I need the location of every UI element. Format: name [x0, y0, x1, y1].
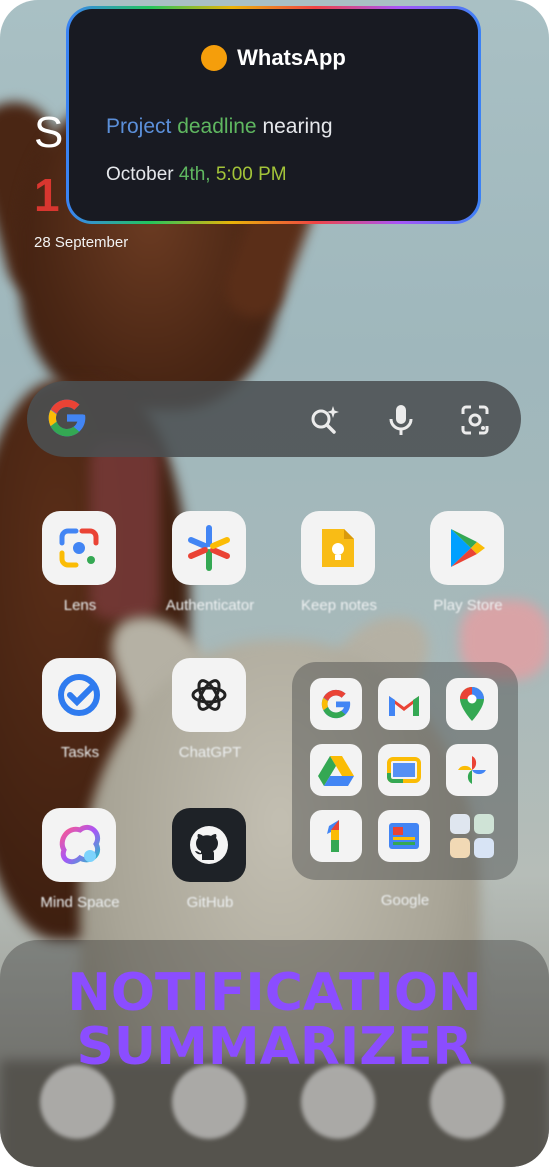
lens-icon — [42, 511, 116, 585]
notification-body: WhatsApp Project deadline nearing Octobe… — [69, 9, 478, 221]
github-icon — [172, 808, 246, 882]
app-lens[interactable]: Lens — [42, 511, 118, 614]
app-label: Play Store — [433, 597, 503, 614]
notification-card[interactable]: WhatsApp Project deadline nearing Octobe… — [66, 6, 481, 224]
clock-digit: 1 — [34, 169, 60, 221]
app-github[interactable]: GitHub — [172, 808, 248, 911]
google-folder[interactable] — [292, 662, 518, 880]
summary-word: 4th, — [178, 164, 211, 185]
headline-line: SUMMARIZER — [76, 1017, 473, 1077]
microphone-icon[interactable] — [381, 400, 421, 440]
play-store-icon — [430, 511, 504, 585]
notification-app-name: WhatsApp — [237, 45, 346, 70]
notification-date-line: October 4th, 5:00 PM — [106, 164, 287, 186]
headline-line: NOTIFICATION — [67, 963, 482, 1023]
folder-label: Google — [380, 892, 430, 909]
app-chatgpt[interactable]: ChatGPT — [172, 658, 248, 761]
lens-camera-icon[interactable] — [455, 400, 495, 440]
notification-header: WhatsApp — [69, 45, 478, 71]
summary-word: Project — [106, 115, 172, 138]
mind-space-icon — [42, 808, 116, 882]
promo-headline: NOTIFICATION SUMMARIZER — [0, 966, 549, 1074]
maps-icon — [446, 678, 498, 730]
tasks-icon — [42, 658, 116, 732]
google-icon — [310, 678, 362, 730]
summary-word: 5:00 PM — [215, 164, 287, 185]
search-sparkle-icon[interactable] — [305, 400, 345, 440]
phone-screen: S 1 28 September WhatsApp Project deadli… — [0, 0, 549, 1167]
more-apps-icon — [446, 810, 498, 862]
google-search-bar[interactable] — [27, 381, 521, 457]
summary-word: October — [106, 164, 174, 185]
summary-word: nearing — [262, 115, 333, 138]
chatgpt-icon — [172, 658, 246, 732]
keep-notes-icon — [301, 511, 375, 585]
app-authenticator[interactable]: Authenticator — [166, 511, 254, 614]
one-icon — [310, 810, 362, 862]
app-mind-space[interactable]: Mind Space — [40, 808, 120, 911]
app-keep-notes[interactable]: Keep notes — [301, 511, 377, 614]
news-icon — [378, 810, 430, 862]
gmail-icon — [378, 678, 430, 730]
authenticator-icon — [172, 511, 246, 585]
clock-text: S — [34, 108, 64, 157]
app-play-store[interactable]: Play Store — [430, 511, 506, 614]
app-label: GitHub — [186, 894, 234, 911]
photos-icon — [446, 744, 498, 796]
app-label: ChatGPT — [178, 744, 242, 761]
app-tasks[interactable]: Tasks — [42, 658, 118, 761]
app-dot-icon — [201, 45, 228, 71]
notification-summary-line: Project deadline nearing — [106, 115, 333, 139]
summary-word: deadline — [177, 115, 257, 138]
google-g-icon — [48, 399, 86, 437]
meet-icon — [378, 744, 430, 796]
drive-icon — [310, 744, 362, 796]
date-label: 28 September — [34, 234, 129, 251]
